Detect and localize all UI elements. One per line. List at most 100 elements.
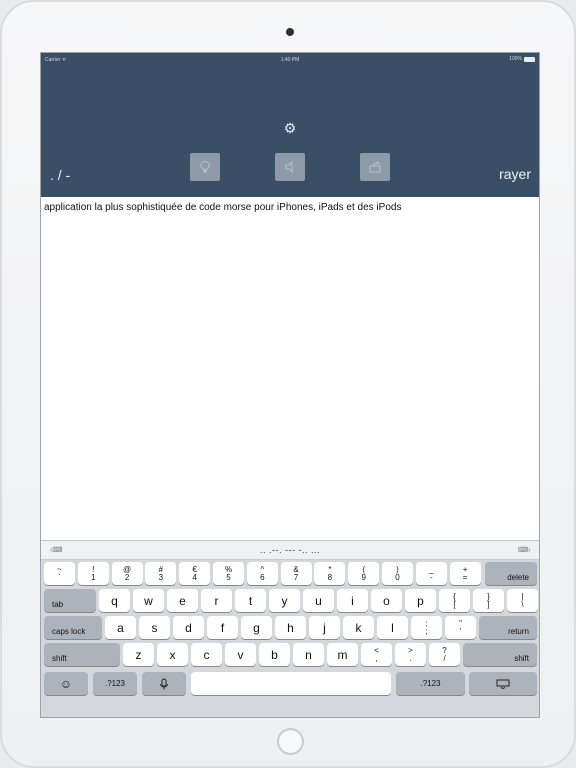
key-i[interactable]: i: [337, 589, 368, 612]
key-s[interactable]: s: [139, 616, 170, 639]
key-label: >.: [408, 645, 413, 663]
battery-percent: 100%: [509, 56, 522, 62]
message-text-area[interactable]: application la plus sophistiquée de code…: [41, 197, 539, 540]
key-=[interactable]: + =: [449, 562, 481, 585]
share-button[interactable]: [360, 153, 390, 181]
flashlight-button[interactable]: [190, 153, 220, 181]
key-f[interactable]: f: [207, 616, 238, 639]
key-3[interactable]: #3: [145, 562, 177, 585]
emoji-key[interactable]: ☺: [44, 672, 88, 695]
space-bar[interactable]: [191, 672, 391, 695]
key-label: :;: [425, 618, 428, 636]
time-label: 1:40 PM: [280, 57, 300, 63]
key-b[interactable]: b: [259, 643, 290, 666]
key-punct-1[interactable]: " ': [445, 616, 476, 639]
key-`[interactable]: ~ `: [44, 562, 75, 585]
speaker-icon: [285, 160, 293, 174]
key-n[interactable]: n: [293, 643, 324, 666]
key-7[interactable]: & 7: [280, 562, 312, 585]
lightbulb-icon: [200, 161, 210, 173]
key-label: ^ 6: [260, 564, 265, 582]
key-label: ) 0: [395, 564, 400, 582]
key-label: | \: [521, 591, 524, 609]
key-[[interactable]: {[: [439, 589, 470, 612]
dictation-key[interactable]: [142, 672, 186, 695]
share-icon: [369, 161, 381, 173]
home-button[interactable]: [277, 728, 304, 755]
battery-icon: [524, 56, 535, 62]
key-label: €4: [192, 564, 197, 582]
key-m[interactable]: m: [327, 643, 358, 666]
key-label: <,: [374, 645, 379, 663]
key-1[interactable]: ! 1: [77, 562, 109, 585]
key-o[interactable]: o: [371, 589, 402, 612]
key-z[interactable]: z: [123, 643, 154, 666]
keyboard: ‹⌨ .. .--. --- -.. ... ⌨› ~ ` ! 1 @2 #3 €4 % 5 ^ 6…: [41, 540, 539, 717]
key-e[interactable]: e: [167, 589, 198, 612]
key-4[interactable]: €4: [179, 562, 211, 585]
key-label: ? /: [442, 645, 447, 663]
key-punct-row4-2[interactable]: ? /: [429, 643, 460, 666]
clear-button[interactable]: rayer: [499, 166, 531, 182]
front-camera: [286, 28, 294, 36]
key-label: _ -: [429, 564, 434, 582]
key-label: % 5: [224, 564, 233, 582]
mic-icon: [160, 678, 168, 689]
key-label: & 7: [293, 564, 299, 582]
sound-button[interactable]: [275, 153, 305, 181]
key-g[interactable]: g: [241, 616, 272, 639]
top-toolbar: Carrier ᯤ 1:40 PM 100% ⚙ . / - rayer: [41, 53, 539, 197]
shortcut-bar: ‹⌨ .. .--. --- -.. ... ⌨›: [41, 541, 539, 560]
key-k[interactable]: k: [343, 616, 374, 639]
key-label: (9: [361, 564, 366, 582]
key-h[interactable]: h: [275, 616, 306, 639]
morse-separator-label[interactable]: . / -: [50, 167, 70, 183]
key-w[interactable]: w: [133, 589, 164, 612]
key-label: #3: [158, 564, 164, 582]
key-label: ! 1: [91, 564, 96, 582]
key-c[interactable]: c: [191, 643, 222, 666]
shift-left-key[interactable]: shift: [44, 643, 120, 666]
key-v[interactable]: v: [225, 643, 256, 666]
key-2[interactable]: @2: [111, 562, 143, 585]
hide-keyboard-key[interactable]: [469, 672, 537, 695]
ipad-device-frame: Carrier ᯤ 1:40 PM 100% ⚙ . / - rayer app…: [0, 0, 576, 768]
key-label: + =: [462, 564, 468, 582]
key-j[interactable]: j: [309, 616, 340, 639]
morse-preview: .. .--. --- -.. ...: [260, 545, 320, 555]
key-8[interactable]: * 8: [314, 562, 346, 585]
key-9[interactable]: (9: [348, 562, 380, 585]
tab-key[interactable]: tab: [44, 589, 96, 612]
numbers-key-left[interactable]: .?123: [93, 672, 137, 695]
key-d[interactable]: d: [173, 616, 204, 639]
key-p[interactable]: p: [405, 589, 436, 612]
key-l[interactable]: l: [377, 616, 408, 639]
key-label: {[: [453, 591, 456, 609]
key-r[interactable]: r: [201, 589, 232, 612]
numbers-key-right[interactable]: .?123: [396, 672, 465, 695]
keyboard-icon: [496, 679, 510, 689]
key-punct-row4-0[interactable]: <,: [361, 643, 392, 666]
gear-icon[interactable]: ⚙: [283, 121, 297, 135]
key-x[interactable]: x: [157, 643, 188, 666]
key-label: @2: [123, 564, 132, 582]
keyboard-icon[interactable]: ⌨›: [518, 546, 530, 554]
key-\[interactable]: | \: [507, 589, 538, 612]
key-0[interactable]: ) 0: [382, 562, 413, 585]
key-punct-0[interactable]: :;: [411, 616, 442, 639]
key-a[interactable]: a: [105, 616, 136, 639]
shift-right-key[interactable]: shift: [463, 643, 537, 666]
key-y[interactable]: y: [269, 589, 300, 612]
caps-lock-key[interactable]: caps lock: [44, 616, 102, 639]
key-][interactable]: }]: [473, 589, 504, 612]
key-t[interactable]: t: [235, 589, 266, 612]
key-u[interactable]: u: [303, 589, 334, 612]
key--[interactable]: _ -: [415, 562, 447, 585]
key-5[interactable]: % 5: [213, 562, 244, 585]
battery-status: 100%: [509, 56, 535, 62]
return-key[interactable]: return: [479, 616, 537, 639]
key-6[interactable]: ^ 6: [246, 562, 278, 585]
key-punct-row4-1[interactable]: >.: [395, 643, 426, 666]
delete-key[interactable]: delete: [485, 562, 537, 585]
key-q[interactable]: q: [99, 589, 130, 612]
